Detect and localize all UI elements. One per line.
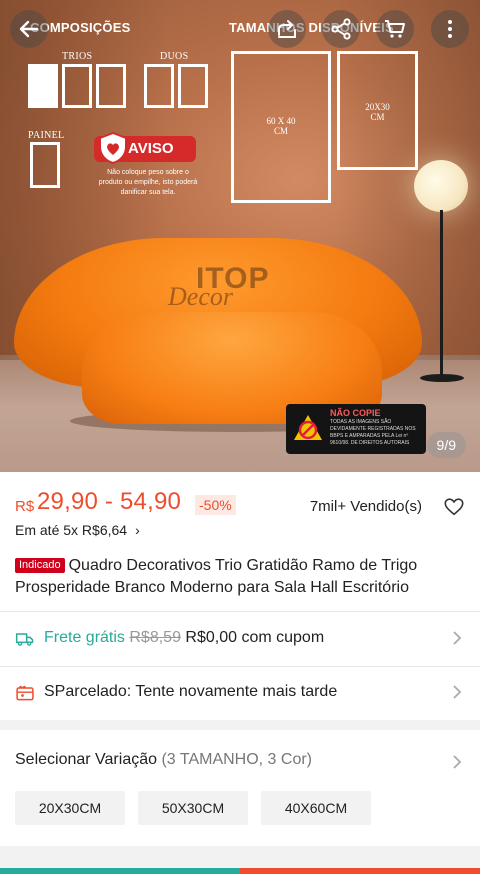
back-icon <box>19 20 39 38</box>
bottom-action-bar-edge <box>0 868 480 874</box>
aviso-badge: AVISO <box>94 132 196 164</box>
sold-count: 7mil+ Vendido(s) <box>309 498 422 515</box>
installments-text: Em até 5x R$6,64 <box>15 522 128 538</box>
shipping-text: Frete grátis R$8,59 R$0,00 com cupom <box>44 629 324 647</box>
recommended-tag: Indicado <box>15 558 65 573</box>
product-image-carousel[interactable]: COMPOSIÇÕES TAMANHOS DISPONÍVEIS TRIOS D… <box>0 0 480 472</box>
nao-copie-title: NÃO COPIE <box>330 408 381 418</box>
nao-copie-text: TODAS AS IMAGENS SÃO DEVIDAMENTE REGISTR… <box>330 419 416 446</box>
more-icon <box>448 20 452 38</box>
trios-label: TRIOS <box>62 51 93 62</box>
product-title-text: Quadro Decorativos Trio Gratidão Ramo de… <box>15 557 418 596</box>
trio-frame-2 <box>62 64 92 108</box>
cart-button[interactable] <box>376 10 414 48</box>
old-shipping-price: R$8,59 <box>129 629 181 646</box>
floor-lamp-base <box>420 374 464 382</box>
cart-icon <box>385 20 405 38</box>
variation-option-40x60[interactable]: 40X60CM <box>261 791 371 825</box>
duo-frame-2 <box>178 64 208 108</box>
trio-frame-1 <box>28 64 58 108</box>
duo-frame-1 <box>144 64 174 108</box>
network-share-icon <box>331 18 351 40</box>
chevron-right-icon <box>453 685 462 699</box>
decor-watermark: Decor <box>168 282 233 311</box>
painel-frame <box>30 142 60 188</box>
price-row: R$ 29,90 - 54,90 -50% 7mil+ Vendido(s) <box>15 488 465 518</box>
discount-badge: -50% <box>195 495 236 515</box>
trio-frame-3 <box>96 64 126 108</box>
price-currency: R$ <box>15 498 35 515</box>
chevron-right-icon <box>453 631 462 645</box>
price-range: 29,90 - 54,90 <box>37 488 182 515</box>
variation-selector[interactable]: Selecionar Variação (3 TAMANHO, 3 Cor) <box>15 751 312 769</box>
size-frame-20x30: 20X30 CM <box>337 51 418 170</box>
sparcelado-text: SParcelado: Tente novamente mais tarde <box>44 683 338 700</box>
sizes-heading: TAMANHOS DISPONÍVEIS <box>229 20 394 35</box>
variation-option-50x30[interactable]: 50X30CM <box>138 791 248 825</box>
back-button[interactable] <box>10 10 48 48</box>
more-options-button[interactable] <box>431 10 469 48</box>
floor-lamp-globe <box>414 160 468 212</box>
gift-card-icon <box>16 685 34 701</box>
truck-icon <box>15 633 34 646</box>
free-shipping-label: Frete grátis <box>44 629 125 646</box>
heart-icon[interactable] <box>443 496 465 518</box>
network-share-button[interactable] <box>322 10 360 48</box>
variation-subtitle: (3 TAMANHO, 3 Cor) <box>161 751 313 768</box>
duos-label: DUOS <box>160 51 189 62</box>
chevron-right-icon: › <box>135 522 140 538</box>
size-60x40-label: 60 X 40 CM <box>266 116 296 136</box>
image-counter: 9/9 <box>426 432 466 458</box>
painel-label: PAINEL <box>28 130 65 141</box>
share-icon <box>278 20 296 38</box>
bottom-bar-red <box>240 868 480 874</box>
nao-copie-badge: NÃO COPIE TODAS AS IMAGENS SÃO DEVIDAMEN… <box>286 404 426 454</box>
section-gap <box>0 846 480 868</box>
divider <box>0 611 480 612</box>
variation-option-20x30[interactable]: 20X30CM <box>15 791 125 825</box>
size-20x30-label: 20X30 CM <box>365 102 390 122</box>
aviso-title: AVISO <box>128 140 174 157</box>
aviso-text: Não coloque peso sobre o produto ou empi… <box>98 169 198 196</box>
section-gap <box>0 720 480 730</box>
product-title: Indicado Quadro Decorativos Trio Gratidão… <box>15 555 470 599</box>
variation-title: Selecionar Variação <box>15 751 158 768</box>
size-frame-60x40: 60 X 40 CM <box>231 51 331 203</box>
floor-lamp-pole <box>440 210 443 378</box>
installments-link[interactable]: Em até 5x R$6,64 › <box>15 522 140 538</box>
no-copy-warning-icon <box>294 415 322 440</box>
bottom-bar-green <box>0 868 240 874</box>
divider <box>0 666 480 667</box>
sparcelado-row[interactable]: SParcelado: Tente novamente mais tarde <box>15 679 465 707</box>
shield-heart-icon <box>99 132 127 164</box>
shipping-row[interactable]: Frete grátis R$8,59 R$0,00 com cupom <box>15 625 465 653</box>
new-shipping-price: R$0,00 com cupom <box>185 629 325 646</box>
chevron-right-icon[interactable] <box>451 753 463 771</box>
share-button[interactable] <box>268 10 306 48</box>
